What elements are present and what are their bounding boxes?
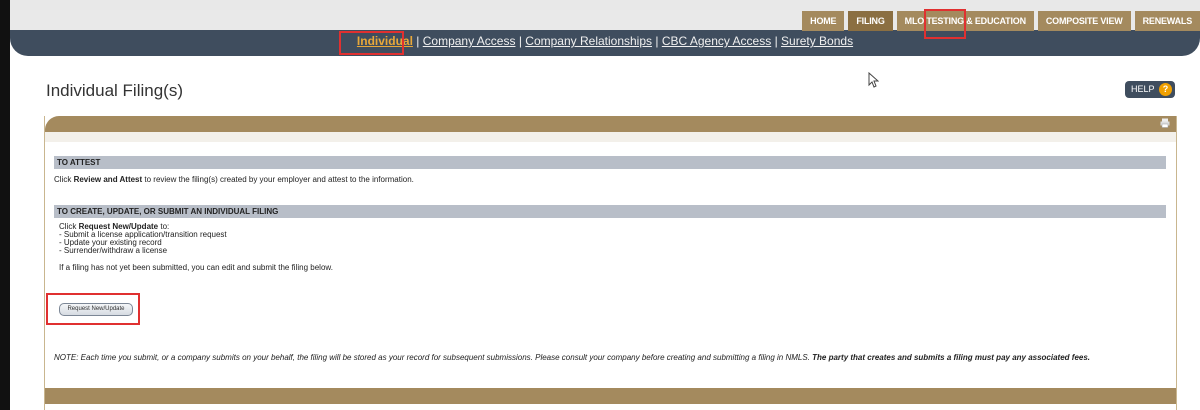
site-header: HOME FILING MLO TESTING & EDUCATION COMP… [10, 10, 1200, 56]
subnav-company-access[interactable]: Company Access [423, 34, 516, 48]
subnav-cbc-agency-access[interactable]: CBC Agency Access [662, 34, 771, 48]
print-icon[interactable] [1160, 118, 1170, 128]
window-frame-top [0, 0, 1200, 10]
tab-composite-view[interactable]: COMPOSITE VIEW [1037, 11, 1131, 31]
panel-subheader [45, 132, 1176, 142]
subnav-company-relationships[interactable]: Company Relationships [525, 34, 652, 48]
section-heading-create: TO CREATE, UPDATE, OR SUBMIT AN INDIVIDU… [54, 205, 1166, 218]
mouse-cursor-icon [868, 71, 880, 91]
subnav-separator: | [655, 34, 659, 48]
edit-note: If a filing has not yet been submitted, … [59, 263, 333, 272]
tab-filing[interactable]: FILING [848, 11, 893, 31]
panel-footer-bar [45, 388, 1176, 404]
request-new-update-button[interactable]: Request New/Update [59, 303, 133, 316]
tab-renewals[interactable]: RENEWALS [1134, 11, 1200, 31]
section-heading-attest: TO ATTEST [54, 156, 1166, 169]
top-tabs: HOME FILING MLO TESTING & EDUCATION COMP… [802, 11, 1200, 31]
subnav-separator: | [774, 34, 778, 48]
highlight-individual-link [339, 31, 404, 55]
subnav-separator: | [518, 34, 522, 48]
fees-note: NOTE: Each time you submit, or a company… [54, 353, 1164, 362]
tab-home[interactable]: HOME [802, 11, 845, 31]
attest-text-pre: Click [54, 175, 74, 184]
help-label: HELP [1131, 84, 1155, 94]
attest-text-post: to review the filing(s) created by your … [142, 175, 414, 184]
attest-instructions: Click Review and Attest to review the fi… [54, 175, 414, 184]
subnav-surety-bonds[interactable]: Surety Bonds [781, 34, 853, 48]
help-question-icon: ? [1159, 83, 1172, 96]
filing-panel: TO ATTEST Click Review and Attest to rev… [44, 116, 1177, 410]
subnav-separator: | [416, 34, 420, 48]
fees-note-text: NOTE: Each time you submit, or a company… [54, 353, 810, 362]
create-bullet: - Surrender/withdraw a license [59, 246, 168, 255]
page-title: Individual Filing(s) [46, 81, 183, 100]
help-button[interactable]: HELP ? [1125, 81, 1175, 98]
fees-note-bold: The party that creates and submits a fil… [809, 353, 1091, 362]
highlight-filing-tab [924, 9, 966, 39]
window-frame-left [0, 0, 10, 410]
attest-text-bold: Review and Attest [73, 175, 143, 184]
filing-subnav: Individual | Company Access | Company Re… [10, 34, 1200, 48]
panel-header-bar [45, 116, 1176, 132]
